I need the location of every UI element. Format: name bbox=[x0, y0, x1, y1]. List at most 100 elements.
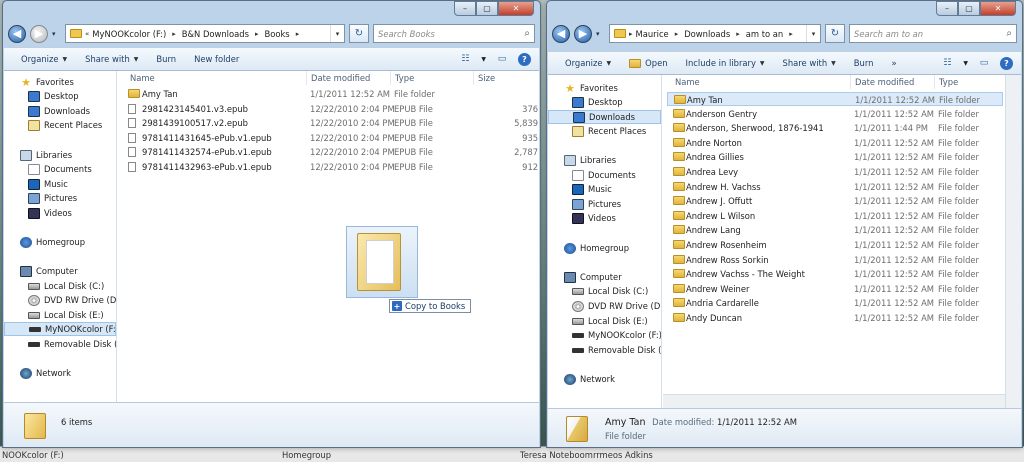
include-in-library-button[interactable]: Include in library ▼ bbox=[677, 58, 774, 68]
file-row[interactable]: 9781411432574-ePub.v1.epub 12/22/2010 2:0… bbox=[122, 145, 540, 159]
nav-computer[interactable]: Computer bbox=[20, 264, 78, 278]
burn-button[interactable]: Burn bbox=[845, 58, 883, 68]
file-row[interactable]: 2981439100517.v2.epub 12/22/2010 2:04 PM E… bbox=[122, 116, 540, 130]
nav-documents[interactable]: Documents bbox=[572, 168, 636, 182]
forward-button[interactable]: ▶ bbox=[574, 24, 592, 43]
file-row[interactable]: Andrew J. Offutt 1/1/2011 12:52 AM File fo… bbox=[667, 194, 1003, 208]
nav-libraries[interactable]: Libraries bbox=[20, 148, 72, 162]
nav-documents[interactable]: Documents bbox=[28, 162, 92, 176]
preview-pane-icon[interactable]: ▭ bbox=[976, 55, 992, 71]
column-header-type[interactable]: Type bbox=[390, 71, 414, 85]
nav-homegroup[interactable]: Homegroup bbox=[20, 235, 85, 249]
nav-pictures[interactable]: Pictures bbox=[572, 197, 621, 211]
nav-drive-e[interactable]: Local Disk (E:) bbox=[572, 314, 648, 328]
breadcrumb-overflow[interactable]: « bbox=[85, 30, 89, 38]
column-header-type[interactable]: Type bbox=[934, 75, 958, 89]
nav-drive-e[interactable]: Local Disk (E:) bbox=[28, 308, 104, 322]
minimize-button[interactable]: – bbox=[454, 1, 476, 16]
chevron-down-icon[interactable]: ▼ bbox=[481, 56, 486, 63]
file-row[interactable]: Andrew L Wilson 1/1/2011 12:52 AM File fol… bbox=[667, 209, 1003, 223]
address-dropdown[interactable]: ▾ bbox=[330, 25, 344, 42]
back-button[interactable]: ◀ bbox=[8, 24, 26, 43]
file-row[interactable]: Amy Tan 1/1/2011 12:52 AM File folder bbox=[122, 87, 537, 101]
vertical-scrollbar[interactable] bbox=[1005, 75, 1021, 408]
change-view-icon[interactable]: ☷ bbox=[457, 51, 473, 67]
file-row[interactable]: Amy Tan 1/1/2011 12:52 AM File folder bbox=[667, 92, 1003, 106]
organize-button[interactable]: Organize ▼ bbox=[556, 58, 620, 68]
chevron-right-icon[interactable]: ▸ bbox=[789, 30, 793, 38]
chevron-right-icon[interactable]: ▸ bbox=[736, 30, 740, 38]
nav-recent-places[interactable]: Recent Places bbox=[28, 118, 102, 132]
burn-button[interactable]: Burn bbox=[147, 54, 185, 64]
nav-favorites[interactable]: ★ Favorites bbox=[20, 75, 74, 89]
address-bar[interactable]: ▸ Maurice ▸ Downloads ▸ am to an ▸ ▾ bbox=[609, 24, 821, 43]
column-header-date[interactable]: Date modified bbox=[306, 71, 370, 85]
nav-drive-d[interactable]: DVD RW Drive (D:) $ bbox=[28, 293, 116, 307]
file-row[interactable]: Andria Cardarelle 1/1/2011 12:52 AM File f… bbox=[667, 296, 1003, 310]
nav-recent-places[interactable]: Recent Places bbox=[572, 124, 646, 138]
maximize-button[interactable]: ▢ bbox=[476, 1, 498, 16]
close-button[interactable]: ✕ bbox=[498, 1, 534, 16]
maximize-button[interactable]: ▢ bbox=[958, 1, 980, 16]
nav-downloads[interactable]: Downloads bbox=[28, 104, 90, 118]
help-icon[interactable]: ? bbox=[518, 52, 531, 66]
share-with-button[interactable]: Share with ▼ bbox=[774, 58, 845, 68]
breadcrumb-item[interactable]: Books bbox=[264, 29, 289, 39]
chevron-right-icon[interactable]: ▸ bbox=[255, 30, 259, 38]
breadcrumb-item[interactable]: am to an bbox=[746, 29, 783, 39]
nav-network[interactable]: Network bbox=[564, 372, 615, 386]
file-row[interactable]: Andrew Weiner 1/1/2011 12:52 AM File folde… bbox=[667, 282, 1003, 296]
preview-pane-icon[interactable]: ▭ bbox=[494, 51, 510, 67]
file-row[interactable]: Andrew Lang 1/1/2011 12:52 AM File folder bbox=[667, 223, 1003, 237]
nav-desktop[interactable]: Desktop bbox=[28, 89, 79, 103]
refresh-button[interactable]: ↻ bbox=[349, 24, 369, 43]
file-row[interactable]: Anderson Gentry 1/1/2011 12:52 AM File fol… bbox=[667, 107, 1003, 121]
address-dropdown[interactable]: ▾ bbox=[806, 25, 820, 42]
organize-button[interactable]: Organize ▼ bbox=[12, 54, 76, 64]
nav-videos[interactable]: Videos bbox=[572, 211, 616, 225]
nav-libraries[interactable]: Libraries bbox=[564, 153, 616, 167]
breadcrumb-item[interactable]: MyNOOKcolor (F:) bbox=[92, 29, 166, 39]
chevron-down-icon[interactable]: ▼ bbox=[963, 60, 968, 67]
nav-music[interactable]: Music bbox=[572, 182, 612, 196]
nav-videos[interactable]: Videos bbox=[28, 206, 72, 220]
file-row[interactable]: Andrew H. Vachss 1/1/2011 12:52 AM File fo… bbox=[667, 180, 1003, 194]
file-row[interactable]: 9781411432963-ePub.v1.epub 12/22/2010 2:0… bbox=[122, 160, 540, 174]
more-commands-button[interactable]: » bbox=[882, 58, 905, 68]
breadcrumb-item[interactable]: Maurice bbox=[636, 29, 669, 39]
search-input[interactable]: Search Books ⌕ bbox=[373, 24, 535, 43]
nav-drive-f[interactable]: MyNOOKcolor (F:) bbox=[572, 328, 661, 342]
nav-drive-d[interactable]: DVD RW Drive (D:) $ bbox=[572, 299, 661, 313]
search-input[interactable]: Search am to an ⌕ bbox=[849, 24, 1017, 43]
breadcrumb-item[interactable]: B&N Downloads bbox=[182, 29, 249, 39]
chevron-right-icon[interactable]: ▸ bbox=[629, 30, 633, 38]
file-row[interactable]: Andrew Rosenheim 1/1/2011 12:52 AM File fo… bbox=[667, 238, 1003, 252]
chevron-right-icon[interactable]: ▸ bbox=[172, 30, 176, 38]
change-view-icon[interactable]: ☷ bbox=[939, 55, 955, 71]
nav-drive-c[interactable]: Local Disk (C:) bbox=[572, 284, 648, 298]
refresh-button[interactable]: ↻ bbox=[825, 24, 845, 43]
column-header-name[interactable]: Name bbox=[675, 75, 700, 89]
horizontal-scrollbar[interactable] bbox=[663, 394, 1005, 408]
file-row[interactable]: Andy Duncan 1/1/2011 12:52 AM File folder bbox=[667, 311, 1003, 325]
nav-music[interactable]: Music bbox=[28, 177, 68, 191]
nav-drive-g[interactable]: Removable Disk (G:) bbox=[28, 337, 116, 351]
column-header-date[interactable]: Date modified bbox=[850, 75, 914, 89]
file-row[interactable]: Andrea Gillies 1/1/2011 12:52 AM File fold… bbox=[667, 150, 1003, 164]
column-header-size[interactable]: Size bbox=[473, 71, 495, 85]
nav-computer[interactable]: Computer bbox=[564, 270, 622, 284]
address-bar[interactable]: « MyNOOKcolor (F:) ▸ B&N Downloads ▸ Books… bbox=[65, 24, 345, 43]
minimize-button[interactable]: – bbox=[936, 1, 958, 16]
nav-network[interactable]: Network bbox=[20, 366, 71, 380]
recent-pages-dropdown[interactable]: ▾ bbox=[596, 30, 605, 38]
file-row[interactable]: Andrea Levy 1/1/2011 12:52 AM File folder bbox=[667, 165, 1003, 179]
back-button[interactable]: ◀ bbox=[552, 24, 570, 43]
nav-desktop[interactable]: Desktop bbox=[572, 95, 623, 109]
file-row[interactable]: Andre Norton 1/1/2011 12:52 AM File folder bbox=[667, 136, 1003, 150]
file-row[interactable]: 2981423145401.v3.epub 12/22/2010 2:04 PM E… bbox=[122, 102, 540, 116]
nav-drive-g[interactable]: Removable Disk (G:) bbox=[572, 343, 661, 357]
recent-pages-dropdown[interactable]: ▾ bbox=[52, 30, 61, 38]
chevron-right-icon[interactable]: ▸ bbox=[296, 30, 300, 38]
breadcrumb-item[interactable]: Downloads bbox=[684, 29, 730, 39]
file-row[interactable]: Andrew Vachss - The Weight 1/1/2011 12:52… bbox=[667, 267, 1003, 281]
